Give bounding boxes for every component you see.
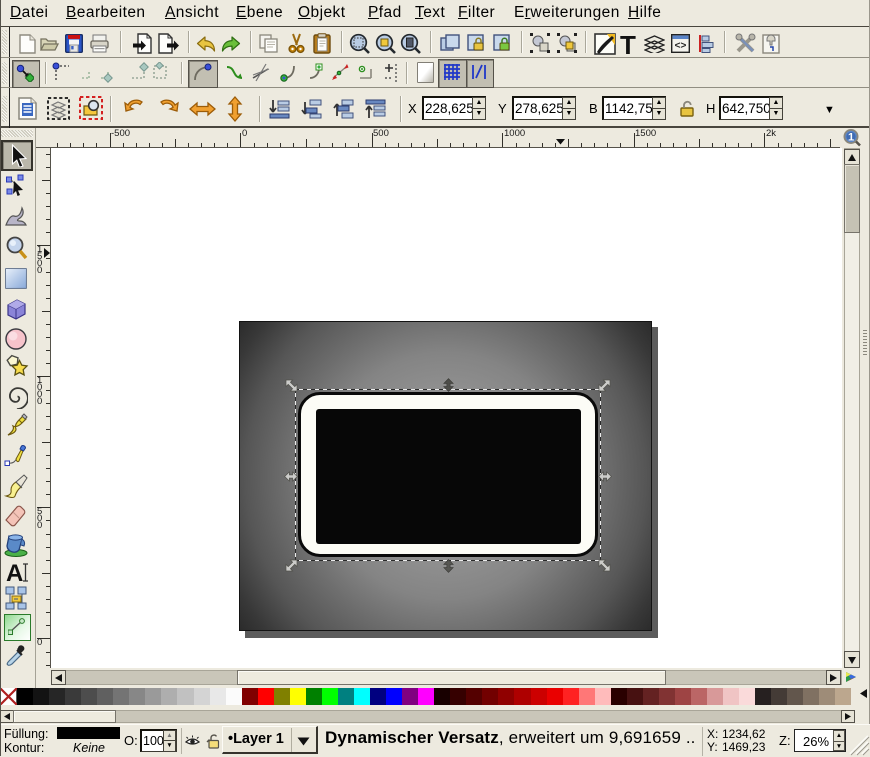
svg-text:<>: <> (675, 41, 687, 52)
svg-text:1: 1 (848, 132, 854, 144)
